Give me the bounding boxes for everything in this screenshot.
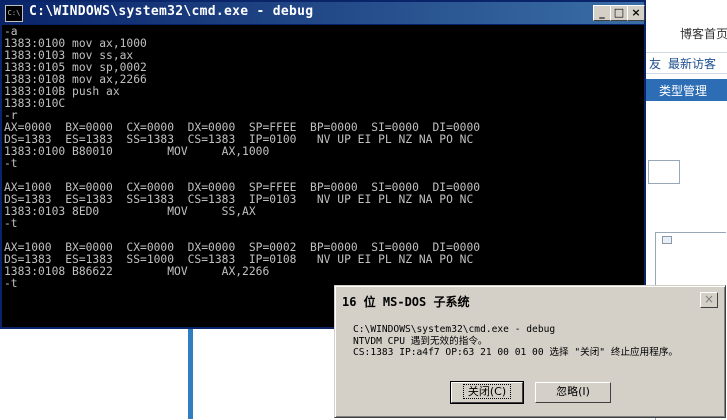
- cmd-window: C:\ C:\WINDOWS\system32\cmd.exe - debug …: [0, 0, 646, 329]
- page-blue-divider: [188, 328, 193, 419]
- console-icon[interactable]: C:\: [5, 5, 23, 22]
- category-heading-bar: 类型管理: [645, 79, 727, 101]
- dialog-message: C:\WINDOWS\system32\cmd.exe - debug NTVDM…: [353, 324, 678, 359]
- close-app-button-label: 关闭(C): [462, 384, 512, 399]
- console-line: 1383:0108 B86622 MOV AX,2266: [4, 265, 270, 278]
- console-line: 1383:010B push ax: [4, 85, 120, 98]
- console-text: -a 1383:0100 mov ax,1000 1383:0103 mov ss,…: [4, 26, 480, 290]
- close-icon: ×: [703, 292, 715, 306]
- sidebar-nav: 友 最新访客: [645, 52, 727, 74]
- sidebar-input-box[interactable]: [648, 160, 680, 184]
- close-button[interactable]: ×: [627, 5, 645, 21]
- console-line: -t: [4, 157, 18, 170]
- error-dialog: 16 位 MS-DOS 子系统 × C:\WINDOWS\system32\cm…: [334, 285, 726, 418]
- blog-home-link[interactable]: 博客首页: [680, 25, 727, 42]
- category-heading: 类型管理: [659, 84, 708, 98]
- ignore-button[interactable]: 忽略(I): [535, 382, 611, 403]
- console-line: 1383:010C: [4, 97, 66, 110]
- maximize-icon: □: [613, 6, 625, 19]
- console-line: -t: [4, 217, 18, 230]
- minimize-icon: _: [599, 6, 605, 19]
- page-left-area: [0, 328, 192, 419]
- dialog-close-button[interactable]: ×: [700, 292, 718, 308]
- dialog-message-line: C:\WINDOWS\system32\cmd.exe - debug: [353, 324, 556, 335]
- dialog-message-line: NTVDM CPU 遇到无效的指令。: [353, 335, 488, 347]
- console-output[interactable]: -a 1383:0100 mov ax,1000 1383:0103 mov ss,…: [2, 25, 644, 327]
- dialog-title-bar[interactable]: 16 位 MS-DOS 子系统 ×: [338, 289, 722, 311]
- console-line: 1383:0103 8ED0 MOV SS,AX: [4, 205, 256, 218]
- cmd-window-title: C:\WINDOWS\system32\cmd.exe - debug: [29, 4, 314, 19]
- dialog-title: 16 位 MS-DOS 子系统: [342, 295, 470, 309]
- nav-item-friends[interactable]: 友: [649, 55, 661, 72]
- close-app-button[interactable]: 关闭(C): [450, 381, 524, 404]
- dialog-message-line: CS:1383 IP:a4f7 OP:63 21 00 01 00 选择 "关闭…: [353, 347, 679, 358]
- close-icon: ×: [631, 6, 641, 19]
- ignore-button-label: 忽略(I): [556, 385, 590, 398]
- maximize-button[interactable]: □: [610, 5, 628, 21]
- nav-item-recent-visitors[interactable]: 最新访客: [668, 55, 716, 72]
- minimize-button[interactable]: _: [593, 5, 611, 21]
- cmd-title-bar[interactable]: C:\ C:\WINDOWS\system32\cmd.exe - debug …: [2, 2, 645, 24]
- console-line: 1383:0100 B80010 MOV AX,1000: [4, 145, 270, 158]
- scroll-up-icon[interactable]: [662, 236, 672, 244]
